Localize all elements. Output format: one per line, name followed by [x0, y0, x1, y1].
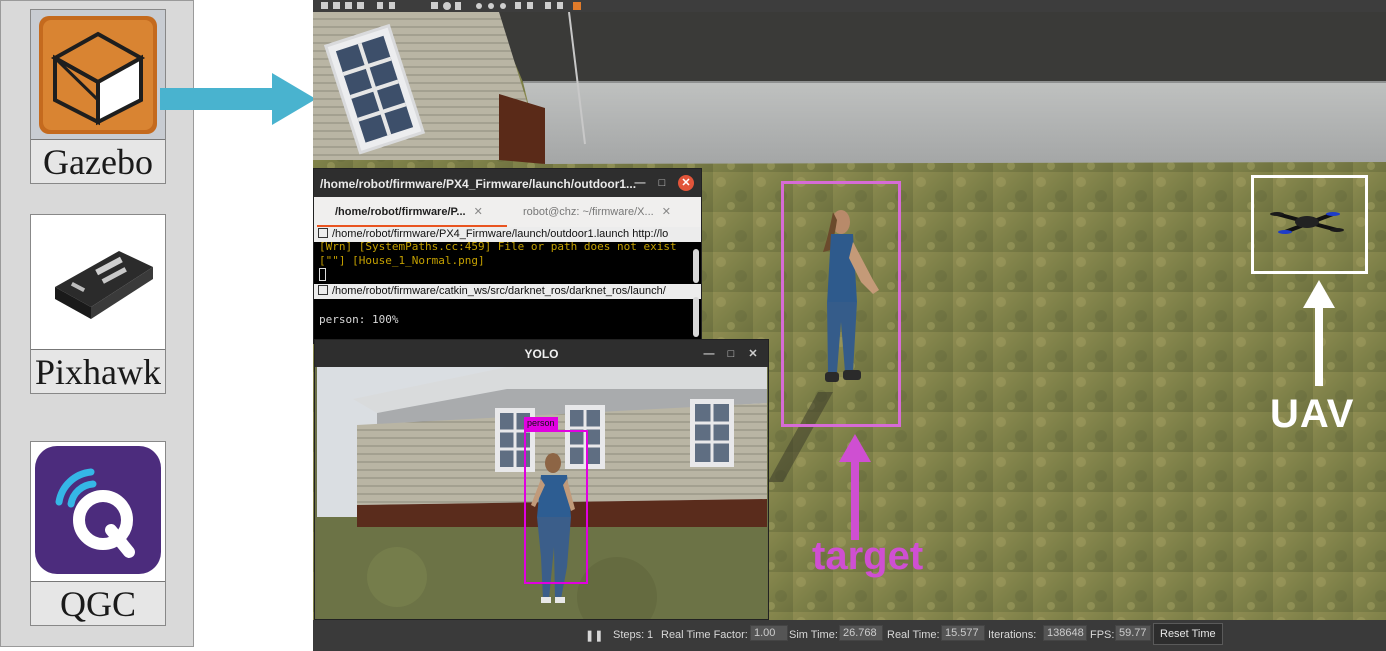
- terminal-pane-2-title: /home/robot/firmware/catkin_ws/src/darkn…: [332, 285, 666, 297]
- split-pane-icon[interactable]: [318, 285, 328, 295]
- terminal-window: /home/robot/firmware/PX4_Firmware/launch…: [313, 168, 702, 344]
- pixhawk-board-icon: [55, 251, 153, 319]
- target-annotation-label: target: [812, 534, 924, 578]
- close-tab-icon[interactable]: ✕: [662, 206, 671, 218]
- reset-time-button[interactable]: Reset Time: [1153, 623, 1223, 645]
- terminal-line: [Wrn] [SystemPaths.cc:459] File or path …: [319, 240, 677, 253]
- terminal-tab-1[interactable]: /home/robot/firmware/P... ✕: [317, 197, 507, 227]
- target-up-arrow: [839, 434, 871, 540]
- target-highlight-box: [781, 181, 901, 427]
- select-tool-icon: [321, 2, 328, 9]
- pause-icon[interactable]: ❚❚: [585, 629, 603, 642]
- cylinder-shape-icon: [455, 2, 461, 10]
- box-shape-icon: [431, 2, 438, 9]
- terminal-pane-2-header[interactable]: /home/robot/firmware/catkin_ws/src/darkn…: [314, 284, 701, 299]
- terminal-line: [""] [House_1_Normal.png]: [319, 254, 485, 267]
- real-time-factor-label: Real Time Factor:: [661, 629, 748, 641]
- uav-annotation-label: UAV: [1270, 392, 1355, 436]
- qgc-item: QGC: [30, 441, 166, 626]
- undo-icon: [377, 2, 383, 9]
- snap-icon: [557, 2, 563, 9]
- terminal-scrollbar[interactable]: [693, 297, 699, 337]
- yolo-titlebar[interactable]: YOLO — □ ✕: [315, 340, 768, 367]
- point-light-icon: [476, 3, 482, 9]
- align-icon: [545, 2, 551, 9]
- maximize-icon[interactable]: □: [654, 175, 670, 191]
- close-icon[interactable]: ✕: [745, 346, 761, 362]
- uav-highlight-box: [1251, 175, 1368, 274]
- iterations-value: 138648: [1043, 625, 1087, 641]
- real-time-label: Real Time:: [887, 629, 940, 641]
- detection-bounding-box: [524, 430, 588, 584]
- scale-tool-icon: [357, 2, 364, 9]
- terminal-cursor: [319, 268, 326, 281]
- gazebo-logo-icon: [39, 16, 157, 134]
- real-time-factor-value: 1.00: [750, 625, 788, 641]
- terminal-scrollbar[interactable]: [693, 249, 699, 283]
- rotate-tool-icon: [345, 2, 352, 9]
- terminal-tab-label: /home/robot/firmware/P...: [335, 206, 466, 218]
- uav-up-arrow: [1303, 280, 1335, 386]
- qgc-logo-icon: [35, 446, 161, 574]
- qgc-label: QGC: [31, 581, 165, 625]
- sim-time-value: 26.768: [839, 625, 883, 641]
- iterations-label: Iterations:: [988, 629, 1037, 641]
- detection-label: person: [524, 417, 558, 430]
- terminal-tab-label: robot@chz: ~/firmware/X...: [523, 206, 654, 218]
- terminal-tab-2[interactable]: robot@chz: ~/firmware/X... ✕: [509, 197, 699, 227]
- minimize-icon[interactable]: —: [632, 175, 648, 191]
- paste-icon: [527, 2, 533, 9]
- terminal-tabbar: /home/robot/firmware/P... ✕ robot@chz: ~/…: [314, 197, 701, 227]
- directional-light-icon: [500, 3, 506, 9]
- screenshot-icon: [573, 2, 581, 10]
- yolo-window: YOLO — □ ✕ person: [314, 339, 769, 620]
- pixhawk-item: Pixhawk: [30, 214, 166, 394]
- fps-label: FPS:: [1090, 629, 1115, 641]
- real-time-value: 15.577: [941, 625, 985, 641]
- house-window: [690, 399, 734, 467]
- gazebo-label: Gazebo: [31, 139, 165, 183]
- terminal-line: person: 100%: [319, 313, 399, 326]
- pixhawk-label: Pixhawk: [31, 349, 165, 393]
- redo-icon: [389, 2, 395, 9]
- minimize-icon[interactable]: —: [701, 346, 717, 362]
- steps-label: Steps:: [613, 629, 645, 641]
- copy-icon: [515, 2, 521, 9]
- terminal-titlebar[interactable]: /home/robot/firmware/PX4_Firmware/launch…: [314, 169, 701, 197]
- spot-light-icon: [488, 3, 494, 9]
- sim-time-label: Sim Time:: [789, 629, 838, 641]
- close-icon[interactable]: ✕: [678, 175, 694, 191]
- split-pane-icon[interactable]: [318, 228, 328, 238]
- fps-value: 59.77: [1115, 625, 1151, 641]
- gazebo-statusbar: ❚❚ Steps: 1 Real Time Factor: 1.00 Sim T…: [313, 620, 1386, 651]
- flow-arrow: [160, 73, 316, 125]
- maximize-icon[interactable]: □: [723, 346, 739, 362]
- figure-stage: Gazebo Pixhawk QGC ❚❚ Steps: 1 Real Time…: [0, 0, 1386, 651]
- gazebo-item: Gazebo: [30, 9, 166, 184]
- steps-value[interactable]: 1: [647, 629, 653, 641]
- terminal-title: /home/robot/firmware/PX4_Firmware/launch…: [320, 177, 637, 191]
- sphere-shape-icon: [443, 2, 451, 10]
- gazebo-toolbar[interactable]: [313, 0, 1386, 12]
- terminal-pane-1-title: /home/robot/firmware/PX4_Firmware/launch…: [332, 228, 669, 240]
- close-tab-icon[interactable]: ✕: [474, 206, 483, 218]
- translate-tool-icon: [333, 2, 340, 9]
